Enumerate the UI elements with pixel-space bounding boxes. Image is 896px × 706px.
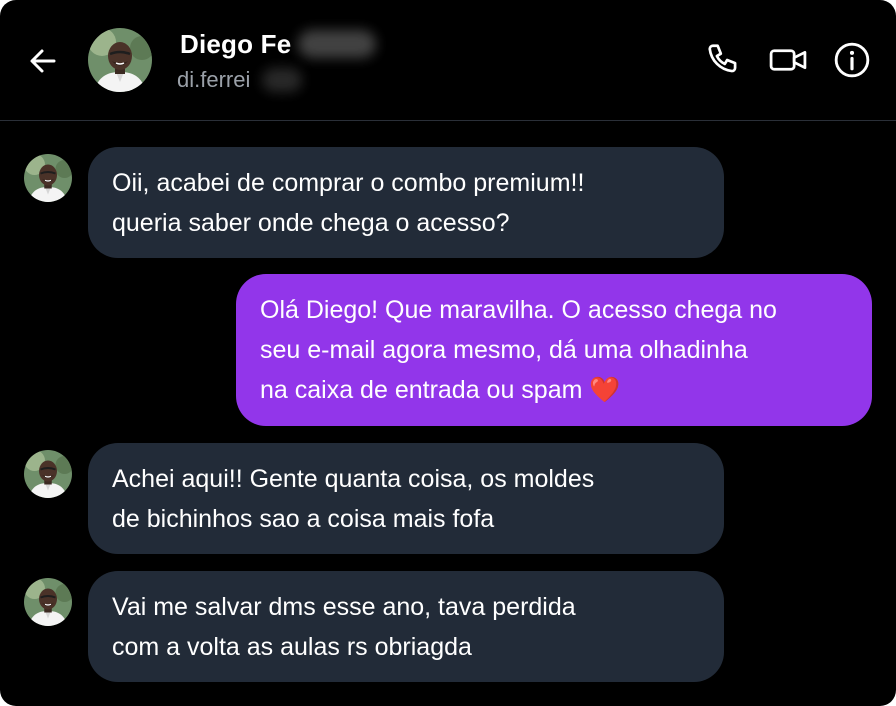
sender-avatar[interactable] xyxy=(24,450,72,498)
arrow-left-icon xyxy=(30,49,56,73)
message-line: queria saber onde chega o acesso? xyxy=(112,208,510,237)
chat-window: Diego Fe di.ferrei Oii, acabei de compra… xyxy=(0,0,896,706)
contact-avatar[interactable] xyxy=(88,28,152,92)
message-line: Achei aqui!! Gente quanta coisa, os mold… xyxy=(112,464,595,493)
video-call-button[interactable] xyxy=(768,40,808,80)
message-line: na caixa de entrada ou spam ❤️ xyxy=(260,376,621,404)
message-bubble-outgoing[interactable]: Olá Diego! Que maravilha. O acesso chega… xyxy=(236,274,872,426)
call-button[interactable] xyxy=(704,40,744,80)
message-line: Vai me salvar dms esse ano, tava perdida xyxy=(112,592,576,621)
sender-avatar[interactable] xyxy=(24,578,72,626)
contact-name: Diego Fe xyxy=(180,29,292,59)
message-bubble-incoming[interactable]: Achei aqui!! Gente quanta coisa, os mold… xyxy=(88,443,724,554)
message-line: Oii, acabei de comprar o combo premium!! xyxy=(112,168,585,197)
info-button[interactable] xyxy=(832,40,872,80)
sender-avatar[interactable] xyxy=(24,154,72,202)
message-bubble-incoming[interactable]: Oii, acabei de comprar o combo premium!!… xyxy=(88,147,724,258)
info-icon xyxy=(834,42,870,78)
back-button[interactable] xyxy=(22,40,64,82)
phone-icon xyxy=(708,44,737,73)
message-line: Olá Diego! Que maravilha. O acesso chega… xyxy=(260,296,777,324)
message-line: de bichinhos sao a coisa mais fofa xyxy=(112,504,495,533)
redacted-name-blur xyxy=(298,30,376,58)
video-camera-icon xyxy=(769,49,807,71)
message-bubble-incoming[interactable]: Vai me salvar dms esse ano, tava perdida… xyxy=(88,571,724,682)
message-line: com a volta as aulas rs obriagda xyxy=(112,632,472,661)
redacted-handle-blur xyxy=(262,68,302,92)
chat-header: Diego Fe di.ferrei xyxy=(0,0,896,121)
message-line: seu e-mail agora mesmo, dá uma olhadinha xyxy=(260,336,748,364)
contact-handle: di.ferrei xyxy=(177,67,251,92)
